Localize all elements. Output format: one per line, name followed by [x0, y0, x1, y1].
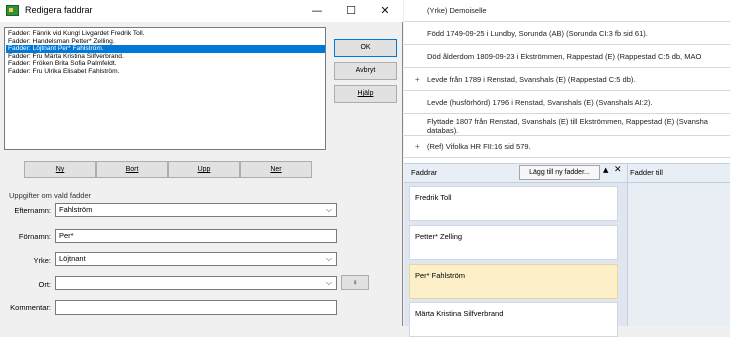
- minimize-button[interactable]: —: [300, 0, 334, 22]
- up-button-label: Upp: [197, 166, 211, 173]
- occupation-field[interactable]: Löjtnant ⌵: [55, 252, 337, 266]
- sponsor-card[interactable]: Märta Kristina Silfverbrand: [409, 302, 618, 337]
- event-row[interactable]: Död ålderdom 1809-09-23 i Ekströmmen, Ra…: [404, 45, 730, 68]
- comment-field[interactable]: [55, 300, 337, 315]
- expand-icon[interactable]: +: [415, 136, 420, 157]
- firstname-label: Förnamn:: [18, 232, 51, 241]
- close-icon[interactable]: ✕: [614, 165, 622, 175]
- down-button-label: Ner: [270, 166, 282, 173]
- add-sponsor-button[interactable]: Lägg till ny fadder...: [519, 165, 600, 180]
- app-icon: [6, 5, 19, 16]
- down-button[interactable]: Ner: [240, 161, 312, 178]
- help-button-label: Hjälp: [357, 90, 374, 97]
- help-button[interactable]: Hjälp: [334, 85, 397, 103]
- event-row[interactable]: + (Ref) Vifolka HR FII:16 sid 579.: [404, 136, 730, 158]
- list-item[interactable]: Fadder: Fru Ulrika Elisabet Fahlström.: [6, 68, 325, 76]
- list-item[interactable]: Fadder: Fänrik vid Kungl Livgardet Fredr…: [6, 30, 325, 38]
- list-item[interactable]: Fadder: Fru Märta Kristina Silfverbrand.: [6, 53, 325, 61]
- close-button[interactable]: ✕: [368, 0, 402, 22]
- event-row[interactable]: Levde (husförhörd) 1796 i Renstad, Svans…: [404, 91, 730, 114]
- sponsor-card[interactable]: Petter* Zelling: [409, 225, 618, 260]
- chevron-down-icon[interactable]: ⌵: [326, 253, 332, 265]
- comment-label: Kommentar:: [10, 303, 51, 312]
- sponsor-listbox[interactable]: Fadder: Fänrik vid Kungl Livgardet Fredr…: [4, 27, 326, 150]
- event-row[interactable]: + Levde från 1789 i Renstad, Svanshals (E…: [404, 68, 730, 91]
- event-text: Född 1749-09-25 i Lundby, Sorunda (AB) (…: [427, 29, 648, 38]
- event-text: Död ålderdom 1809-09-23 i Ekströmmen, Ra…: [427, 52, 702, 61]
- faddrar-panel-title: Faddrar: [411, 168, 438, 177]
- event-text: Flyttade 1807 från Renstad, Svanshals (E…: [427, 117, 708, 126]
- occupation-label: Yrke:: [33, 256, 51, 265]
- surname-value: Fahlström: [59, 205, 93, 214]
- sponsor-of-panel-title: Fadder till: [630, 168, 663, 177]
- surname-label: Efternamn:: [14, 206, 51, 215]
- cancel-button[interactable]: Avbryt: [334, 62, 397, 80]
- up-button[interactable]: Upp: [168, 161, 240, 178]
- list-item-selected[interactable]: Fadder: Löjtnant Per* Fahlström.: [6, 45, 325, 53]
- chevron-down-icon[interactable]: ⌵: [326, 204, 332, 216]
- expand-icon[interactable]: +: [415, 68, 420, 90]
- remove-button-label: Bort: [125, 166, 139, 173]
- remove-button[interactable]: Bort: [96, 161, 168, 178]
- place-field[interactable]: ⌵: [55, 276, 337, 290]
- place-label: Ort:: [38, 280, 52, 289]
- event-row[interactable]: Flyttade 1807 från Renstad, Svanshals (E…: [404, 114, 730, 136]
- event-text: Levde (husförhörd) 1796 i Renstad, Svans…: [427, 98, 653, 107]
- sponsor-of-list: [627, 183, 730, 326]
- event-text-continued: databas).: [427, 126, 459, 135]
- list-item[interactable]: Fadder: Fröken Brita Sofia Palmfeldt.: [6, 60, 325, 68]
- event-text: (Ref) Vifolka HR FII:16 sid 579.: [427, 142, 531, 151]
- collapse-arrow-icon[interactable]: ▲: [603, 166, 608, 174]
- sponsor-card[interactable]: Fredrik Toll: [409, 186, 618, 221]
- event-text: (Yrke) Demoiselle: [427, 6, 487, 15]
- chevron-down-icon[interactable]: ⌵: [326, 277, 332, 289]
- new-button[interactable]: Ny: [24, 161, 96, 178]
- place-lookup-button[interactable]: ♀: [341, 275, 369, 290]
- event-row[interactable]: (Yrke) Demoiselle: [404, 0, 730, 22]
- event-row[interactable]: Född 1749-09-25 i Lundby, Sorunda (AB) (…: [404, 22, 730, 45]
- pin-icon: ♀: [352, 278, 358, 287]
- list-item[interactable]: Fadder: Handelsman Petter* Zelling.: [6, 38, 325, 46]
- dialog-title: Redigera faddrar: [25, 5, 93, 15]
- ok-button[interactable]: OK: [334, 39, 397, 57]
- new-button-label: Ny: [55, 166, 65, 173]
- sponsor-card-selected[interactable]: Per* Fahlström: [409, 264, 618, 299]
- event-text: Levde från 1789 i Renstad, Svanshals (E)…: [427, 75, 636, 84]
- occupation-value: Löjtnant: [59, 254, 86, 263]
- maximize-button[interactable]: ☐: [334, 0, 368, 22]
- surname-field[interactable]: Fahlström ⌵: [55, 203, 337, 217]
- details-group-title: Uppgifter om vald fadder: [9, 191, 92, 200]
- firstname-field[interactable]: Per*: [55, 229, 337, 243]
